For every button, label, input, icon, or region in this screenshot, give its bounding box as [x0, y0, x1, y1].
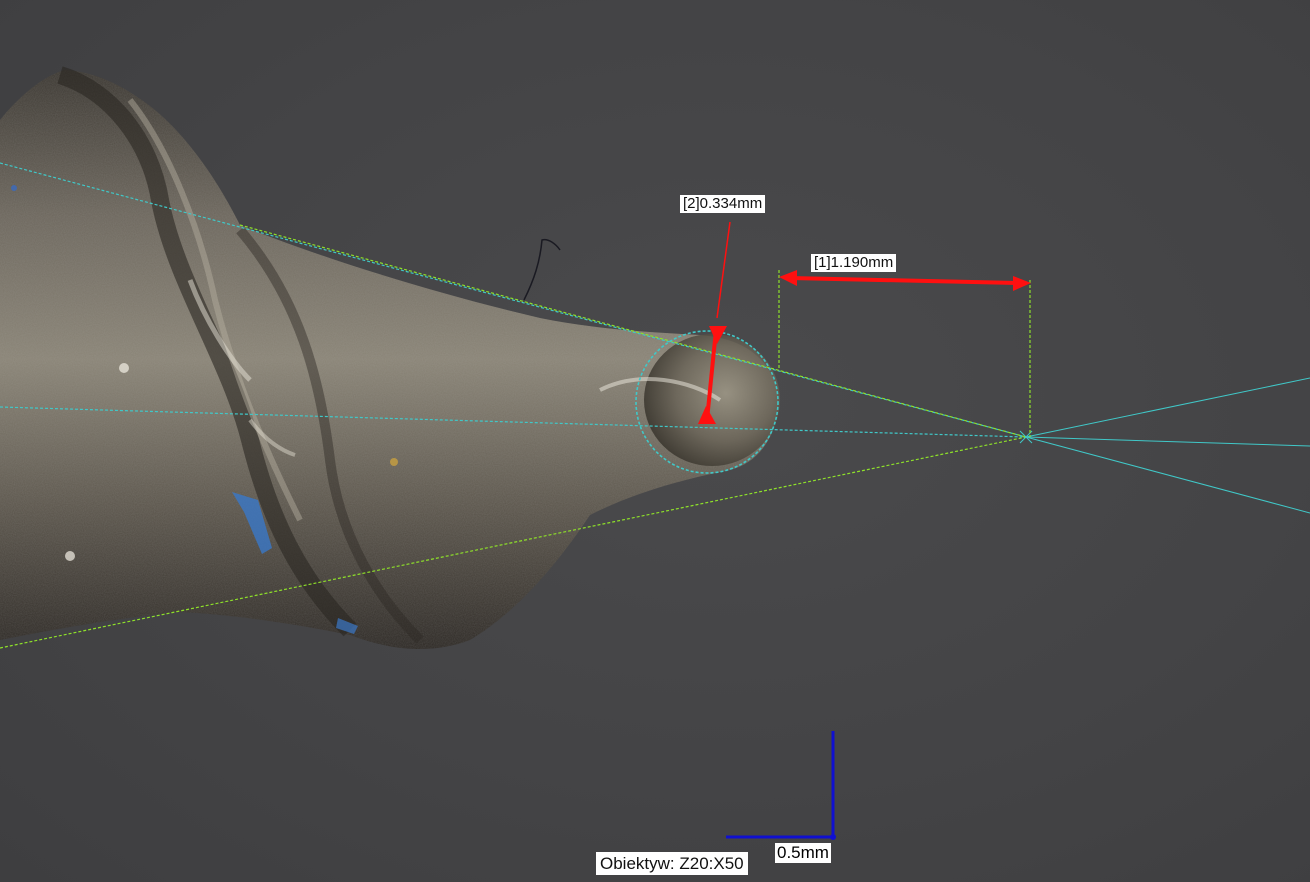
cyan-ray-mid — [1025, 436, 1310, 447]
scale-bar — [726, 731, 836, 840]
scale-bar-label: 0.5mm — [775, 843, 831, 863]
image-canvas — [0, 66, 1310, 840]
measurement-1-label[interactable]: [1]1.190mm — [811, 254, 897, 272]
cyan-ray-up — [1025, 377, 1310, 438]
drill-bit — [0, 66, 780, 650]
cyan-ray-down — [1025, 436, 1310, 514]
measurement-2-label[interactable]: [2]0.334mm — [680, 195, 766, 213]
microscope-view: [2]0.334mm [1]1.190mm 0.5mm Obiektyw: Z2… — [0, 0, 1310, 882]
objective-label: Obiektyw: Z20:X50 — [596, 852, 748, 875]
measurement-1-arrow[interactable] — [779, 270, 1031, 291]
